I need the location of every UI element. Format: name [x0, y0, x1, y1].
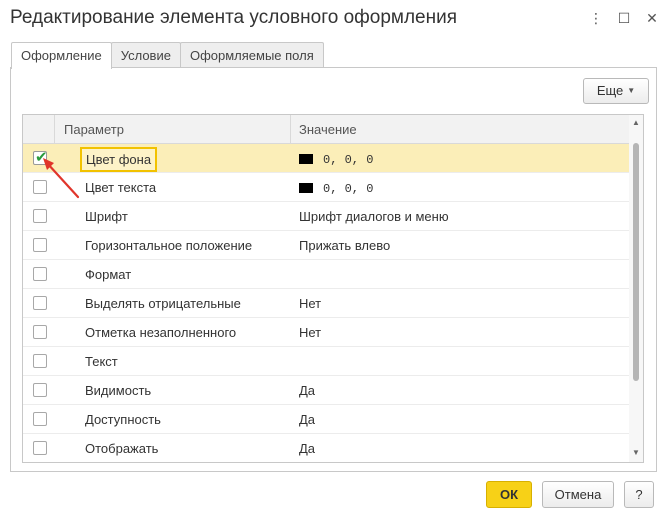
row-checkbox[interactable]: ✔ [33, 149, 48, 166]
row-param-label: Отображать [85, 441, 159, 456]
header-check-column [23, 115, 55, 144]
maximize-icon[interactable]: ☐ [614, 8, 634, 28]
tab-formatted-fields[interactable]: Оформляемые поля [179, 42, 324, 68]
table-row[interactable]: Цвет текста 0, 0, 0 [23, 173, 629, 202]
row-param-label: Видимость [85, 383, 152, 398]
close-icon[interactable]: ✕ [642, 8, 662, 28]
row-param-label: Доступность [85, 412, 161, 427]
color-swatch [299, 183, 313, 193]
row-value[interactable]: 0, 0, 0 [299, 151, 373, 167]
row-param-label: Формат [85, 267, 132, 282]
row-param-label: Текст [85, 354, 118, 369]
row-checkbox[interactable] [33, 238, 47, 252]
table-header: Параметр Значение [23, 115, 629, 144]
chevron-down-icon: ▼ [627, 86, 636, 95]
table-row[interactable]: Формат [23, 260, 629, 289]
column-header-value[interactable]: Значение [299, 122, 357, 137]
column-header-param[interactable]: Параметр [64, 122, 124, 137]
row-param-label: Цвет фона [80, 147, 158, 172]
tab-panel: Еще ▼ Параметр Значение ✔ Цвет фона 0, 0,… [10, 67, 657, 472]
table-row[interactable]: Горизонтальное положение Прижать влево [23, 231, 629, 260]
row-checkbox[interactable] [33, 267, 47, 281]
row-checkbox[interactable] [33, 412, 47, 426]
tab-formatting[interactable]: Оформление [11, 42, 112, 69]
table-body: ✔ Цвет фона 0, 0, 0 Цвет текста 0, 0, 0 … [23, 144, 629, 462]
table-row[interactable]: ✔ Цвет фона 0, 0, 0 [23, 144, 629, 173]
row-value[interactable]: Шрифт диалогов и меню [299, 209, 449, 224]
checkmark-icon: ✔ [35, 149, 48, 166]
row-checkbox[interactable] [33, 209, 47, 223]
vertical-scrollbar[interactable]: ▲ ▼ [629, 115, 643, 462]
row-checkbox[interactable] [33, 383, 47, 397]
help-button[interactable]: ? [624, 481, 654, 508]
row-value[interactable]: Нет [299, 325, 321, 340]
row-value-text: 0, 0, 0 [323, 153, 374, 167]
row-checkbox[interactable] [33, 354, 47, 368]
row-param-label: Шрифт [85, 209, 128, 224]
row-param-label: Отметка незаполненного [85, 325, 237, 340]
row-value[interactable]: Прижать влево [299, 238, 390, 253]
row-value[interactable]: Да [299, 412, 315, 427]
row-checkbox[interactable] [33, 296, 47, 310]
tab-condition[interactable]: Условие [110, 42, 181, 68]
row-value[interactable]: 0, 0, 0 [299, 180, 373, 196]
more-button[interactable]: Еще ▼ [583, 78, 649, 104]
ok-button[interactable]: ОК [486, 481, 532, 508]
table-row[interactable]: Видимость Да [23, 376, 629, 405]
row-value[interactable]: Да [299, 383, 315, 398]
table-row[interactable]: Доступность Да [23, 405, 629, 434]
table-row[interactable]: Текст [23, 347, 629, 376]
table-row[interactable]: Отметка незаполненного Нет [23, 318, 629, 347]
more-button-label: Еще [596, 83, 624, 98]
window-title: Редактирование элемента условного оформл… [10, 7, 458, 28]
row-value[interactable]: Нет [299, 296, 321, 311]
scroll-up-icon[interactable]: ▲ [631, 117, 641, 129]
scroll-thumb[interactable] [633, 143, 639, 381]
scroll-down-icon[interactable]: ▼ [631, 447, 641, 459]
tab-bar: Оформление Условие Оформляемые поля [11, 42, 324, 69]
table-row[interactable]: Отображать Да [23, 434, 629, 462]
row-value-text: 0, 0, 0 [323, 182, 374, 196]
table-row[interactable]: Шрифт Шрифт диалогов и меню [23, 202, 629, 231]
cancel-button[interactable]: Отмена [542, 481, 614, 508]
row-checkbox[interactable] [33, 441, 47, 455]
row-checkbox[interactable] [33, 325, 47, 339]
row-param-label: Выделять отрицательные [85, 296, 241, 311]
row-param-label: Горизонтальное положение [85, 238, 253, 253]
row-value[interactable]: Да [299, 441, 315, 456]
column-divider [290, 115, 291, 144]
parameters-table: Параметр Значение ✔ Цвет фона 0, 0, 0 Цв… [22, 114, 644, 463]
row-checkbox[interactable] [33, 180, 47, 194]
more-options-icon[interactable]: ⋮ [586, 8, 606, 28]
table-row[interactable]: Выделять отрицательные Нет [23, 289, 629, 318]
color-swatch [299, 154, 313, 164]
title-bar: Редактирование элемента условного оформл… [0, 0, 672, 38]
row-param-label: Цвет текста [85, 180, 157, 195]
